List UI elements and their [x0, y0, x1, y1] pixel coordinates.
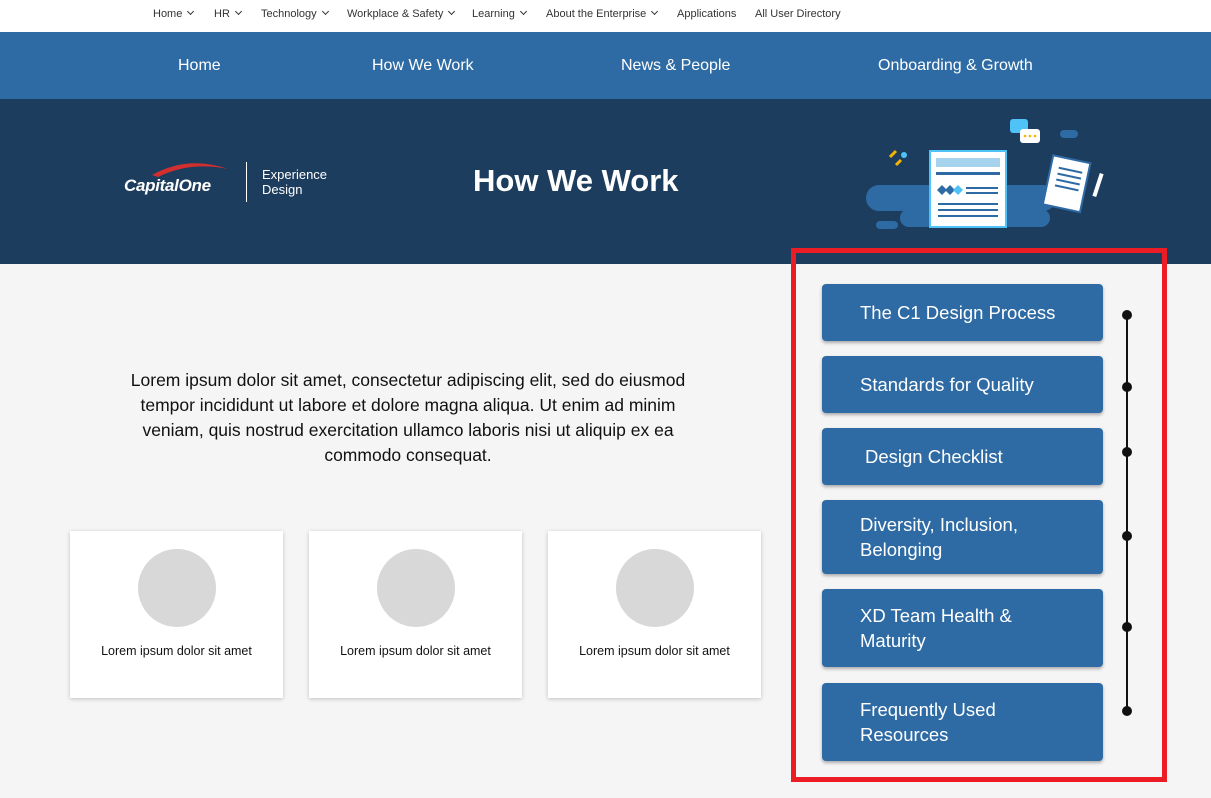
sidebar-link-xd-team-health[interactable]: XD Team Health & Maturity [822, 589, 1103, 667]
hero-banner: CapitalOne Experience Design How We Work [0, 99, 1211, 264]
top-nav-technology[interactable]: Technology [261, 7, 329, 20]
documents-illustration-icon [866, 119, 1104, 229]
chevron-down-icon [321, 7, 329, 16]
top-nav-all-user-directory[interactable]: All User Directory [755, 8, 841, 20]
top-nav-applications[interactable]: Applications [677, 8, 736, 20]
capital-one-logo[interactable]: CapitalOne [124, 176, 211, 196]
top-nav-hr[interactable]: HR [214, 7, 242, 20]
top-nav-label: Technology [261, 8, 317, 20]
logo-subtitle-line1: Experience [262, 167, 328, 182]
timeline-dot [1122, 447, 1132, 457]
chevron-down-icon [651, 7, 659, 16]
top-nav-about-enterprise[interactable]: About the Enterprise [546, 7, 659, 20]
sidebar-link-design-checklist[interactable]: Design Checklist [822, 428, 1103, 485]
sidebar-link-frequently-used-resources[interactable]: Frequently Used Resources [822, 683, 1103, 761]
top-nav-label: About the Enterprise [546, 8, 647, 20]
top-nav-label: All User Directory [755, 8, 841, 20]
sidebar-link-c1-design-process[interactable]: The C1 Design Process [822, 284, 1103, 341]
sidebar-link-label: Frequently Used Resources [860, 699, 996, 745]
page-title: How We Work [473, 163, 679, 198]
card-caption: Lorem ipsum dolor sit amet [579, 644, 730, 658]
sidebar-link-label: Diversity, Inclusion, Belonging [860, 514, 1018, 560]
top-nav-label: HR [214, 8, 230, 20]
card-image-placeholder [616, 549, 694, 627]
top-nav-label: Applications [677, 8, 737, 20]
top-nav-label: Learning [472, 8, 515, 20]
chevron-down-icon [187, 7, 195, 16]
card-caption: Lorem ipsum dolor sit amet [340, 644, 491, 658]
chevron-down-icon [448, 7, 456, 16]
card-image-placeholder [138, 549, 216, 627]
tab-onboarding-growth[interactable]: Onboarding & Growth [878, 57, 1033, 75]
sidebar-link-standards-quality[interactable]: Standards for Quality [822, 356, 1103, 413]
top-nav-label: Workplace & Safety [347, 8, 444, 20]
feature-card[interactable]: Lorem ipsum dolor sit amet [309, 531, 522, 698]
timeline-dot [1122, 531, 1132, 541]
main-nav: Home How We Work News & People Onboardin… [0, 32, 1211, 99]
chevron-down-icon [234, 7, 242, 16]
card-image-placeholder [377, 549, 455, 627]
chevron-down-icon [519, 7, 527, 16]
feature-card[interactable]: Lorem ipsum dolor sit amet [548, 531, 761, 698]
card-caption: Lorem ipsum dolor sit amet [101, 644, 252, 658]
sidebar-link-diversity-inclusion[interactable]: Diversity, Inclusion, Belonging [822, 500, 1103, 574]
tab-how-we-work[interactable]: How We Work [372, 57, 474, 75]
top-nav-home[interactable]: Home [153, 7, 195, 20]
logo-divider [246, 162, 247, 202]
top-utility-nav: Home HR Technology Workplace & Safety Le… [0, 0, 1211, 32]
top-nav-label: Home [153, 8, 183, 20]
logo-subtitle-line2: Design [262, 182, 303, 197]
timeline-dot [1122, 706, 1132, 716]
timeline-line [1126, 315, 1128, 712]
top-nav-learning[interactable]: Learning [472, 7, 527, 20]
timeline-dot [1122, 310, 1132, 320]
feature-card[interactable]: Lorem ipsum dolor sit amet [70, 531, 283, 698]
timeline-dot [1122, 382, 1132, 392]
sidebar-link-label: XD Team Health & Maturity [860, 605, 1012, 651]
timeline-dot [1122, 622, 1132, 632]
tab-news-people[interactable]: News & People [621, 57, 730, 75]
intro-paragraph: Lorem ipsum dolor sit amet, consectetur … [130, 370, 686, 465]
logo-subtitle: Experience Design [262, 167, 327, 197]
tab-home[interactable]: Home [178, 57, 221, 75]
top-nav-workplace-safety[interactable]: Workplace & Safety [347, 7, 456, 20]
